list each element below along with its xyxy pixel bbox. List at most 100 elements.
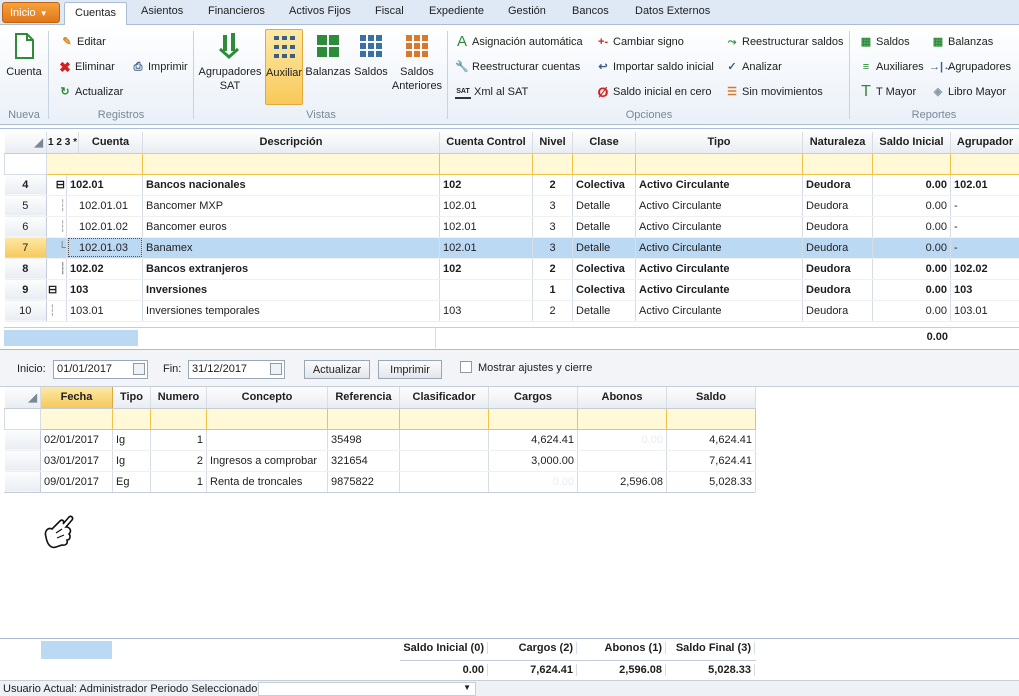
filter-descripcion[interactable]: [142, 152, 441, 175]
imprimir-movements-button[interactable]: Imprimir: [378, 360, 442, 379]
cell-agrupador[interactable]: -: [950, 195, 1019, 217]
cell-tipo[interactable]: Activo Circulante: [635, 279, 804, 301]
filter-saldo[interactable]: [666, 407, 756, 430]
cell-nivel[interactable]: 2: [532, 300, 574, 322]
cell-saldo[interactable]: 0.00: [872, 279, 952, 301]
reestructurar-cuentas-button[interactable]: 🔧 Reestructurar cuentas: [455, 59, 580, 75]
cell-clasificador[interactable]: [399, 429, 489, 451]
level-header[interactable]: 1 2 3 *: [46, 132, 80, 154]
imprimir-button[interactable]: ⎙ Imprimir: [131, 59, 188, 75]
cell-naturaleza[interactable]: Deudora: [802, 195, 874, 217]
col-header-saldo-inicial[interactable]: Saldo Inicial: [872, 132, 952, 154]
cell-fecha[interactable]: 03/01/2017: [40, 450, 113, 472]
movement-row[interactable]: 03/01/2017 Ig 2 Ingresos a comprobar 321…: [4, 450, 756, 472]
row-number[interactable]: 7: [4, 237, 47, 259]
tab-expediente[interactable]: Expediente: [429, 5, 484, 17]
filter-referencia[interactable]: [327, 407, 400, 430]
cambiar-signo-button[interactable]: +- Cambiar signo: [596, 34, 684, 50]
reporte-saldos-button[interactable]: ▦ Saldos: [859, 34, 910, 50]
cell-numero[interactable]: 1: [150, 471, 207, 493]
filter-abonos[interactable]: [577, 407, 667, 430]
table-row[interactable]: 4 ⊟ 102.01 Bancos nacionales 102 2 Colec…: [4, 174, 1019, 196]
row-number[interactable]: 8: [4, 258, 47, 280]
cell-fecha[interactable]: 02/01/2017: [40, 429, 113, 451]
reporte-auxiliares-button[interactable]: ≡ Auxiliares: [859, 59, 924, 75]
cell-referencia[interactable]: 9875822: [327, 471, 400, 493]
cell-tipo[interactable]: Ig: [112, 429, 151, 451]
table-row-selected[interactable]: 7 └ 102.01.03 Banamex 102.01 3 Detalle A…: [4, 237, 1019, 259]
fin-date-picker[interactable]: 31/12/2017: [188, 360, 285, 379]
col-header-fecha[interactable]: Fecha: [40, 387, 113, 409]
cell-saldo[interactable]: 0.00: [872, 258, 952, 280]
cell-descripcion[interactable]: Bancomer MXP: [142, 195, 441, 217]
saldos-view-button[interactable]: Saldos: [353, 29, 389, 79]
row-number[interactable]: 4: [4, 174, 47, 196]
cell-nivel[interactable]: 3: [532, 237, 574, 259]
cell-clase[interactable]: Colectiva: [572, 258, 637, 280]
editar-button[interactable]: ✎ Editar: [60, 34, 105, 50]
cell-clase[interactable]: Detalle: [572, 216, 637, 238]
row-indicator[interactable]: [4, 450, 41, 472]
cell-cargos[interactable]: 3,000.00: [488, 450, 578, 472]
table-row[interactable]: 10 ┆ 103.01 Inversiones temporales 103 2…: [4, 300, 1019, 322]
table-row[interactable]: 5 ┆ 102.01.01 Bancomer MXP 102.01 3 Deta…: [4, 195, 1019, 217]
cell-descripcion[interactable]: Bancomer euros: [142, 216, 441, 238]
tab-gestion[interactable]: Gestión: [508, 5, 546, 17]
actualizar-movements-button[interactable]: Actualizar: [304, 360, 370, 379]
cell-tipo[interactable]: Activo Circulante: [635, 216, 804, 238]
cell-saldo[interactable]: 0.00: [872, 216, 952, 238]
cell-agrupador[interactable]: 102.01: [950, 174, 1019, 196]
row-indicator[interactable]: [4, 471, 41, 493]
reestructurar-saldos-button[interactable]: ⤳ Reestructurar saldos: [725, 34, 844, 50]
cell-numero[interactable]: 1: [150, 429, 207, 451]
cell-saldo[interactable]: 5,028.33: [666, 471, 756, 493]
cell-naturaleza[interactable]: Deudora: [802, 174, 874, 196]
collapse-icon[interactable]: ⊟: [46, 279, 67, 301]
cell-numero[interactable]: 2: [150, 450, 207, 472]
cell-nivel[interactable]: 2: [532, 258, 574, 280]
cell-nivel[interactable]: 3: [532, 195, 574, 217]
calendar-icon[interactable]: [270, 363, 282, 375]
reporte-libro-mayor-button[interactable]: ◈ Libro Mayor: [931, 84, 1006, 100]
saldos-anteriores-button[interactable]: Saldos Anteriores: [391, 29, 443, 93]
cell-cuenta[interactable]: 102.01: [66, 174, 144, 196]
cell-descripcion[interactable]: Inversiones: [142, 279, 441, 301]
cell-cuenta[interactable]: 102.01.01: [66, 195, 144, 217]
cell-abonos[interactable]: 2,596.08: [577, 471, 667, 493]
saldo-cero-button[interactable]: Ø Saldo inicial en cero: [596, 84, 712, 100]
col-header-tipo[interactable]: Tipo: [112, 387, 151, 409]
cell-clasificador[interactable]: [399, 450, 489, 472]
cell-control[interactable]: 102: [439, 258, 534, 280]
cell-agrupador[interactable]: 103: [950, 279, 1019, 301]
tab-bancos[interactable]: Bancos: [572, 5, 609, 17]
agrupadores-sat-button[interactable]: Agrupadores SAT: [198, 29, 262, 93]
actualizar-button[interactable]: ↻ Actualizar: [58, 84, 123, 100]
cell-agrupador[interactable]: 103.01: [950, 300, 1019, 322]
auxiliar-view-button[interactable]: Auxiliar: [265, 29, 303, 105]
col-header-clase[interactable]: Clase: [572, 132, 637, 154]
cell-cuenta[interactable]: 102.02: [66, 258, 144, 280]
reporte-balanzas-button[interactable]: ▦ Balanzas: [931, 34, 993, 50]
cell-nivel[interactable]: 2: [532, 174, 574, 196]
cell-referencia[interactable]: 35498: [327, 429, 400, 451]
cell-control[interactable]: [439, 279, 534, 301]
filter-tipo[interactable]: [112, 407, 151, 430]
col-header-cuenta-control[interactable]: Cuenta Control: [439, 132, 534, 154]
inicio-date-picker[interactable]: 01/01/2017: [53, 360, 148, 379]
cell-abonos[interactable]: [577, 450, 667, 472]
cell-agrupador[interactable]: -: [950, 216, 1019, 238]
cell-saldo[interactable]: 0.00: [872, 237, 952, 259]
row-number[interactable]: 10: [4, 300, 47, 322]
cell-descripcion[interactable]: Bancos extranjeros: [142, 258, 441, 280]
col-header-tipo[interactable]: Tipo: [635, 132, 804, 154]
cell-naturaleza[interactable]: Deudora: [802, 216, 874, 238]
filter-clasificador[interactable]: [399, 407, 489, 430]
corner-header[interactable]: ◢: [4, 387, 41, 409]
filter-control[interactable]: [439, 152, 534, 175]
cell-saldo[interactable]: 4,624.41: [666, 429, 756, 451]
cell-control[interactable]: 102.01: [439, 216, 534, 238]
cell-concepto[interactable]: Renta de troncales: [206, 471, 328, 493]
cell-naturaleza[interactable]: Deudora: [802, 258, 874, 280]
cell-clase[interactable]: Colectiva: [572, 279, 637, 301]
balanzas-view-button[interactable]: Balanzas: [305, 29, 351, 79]
